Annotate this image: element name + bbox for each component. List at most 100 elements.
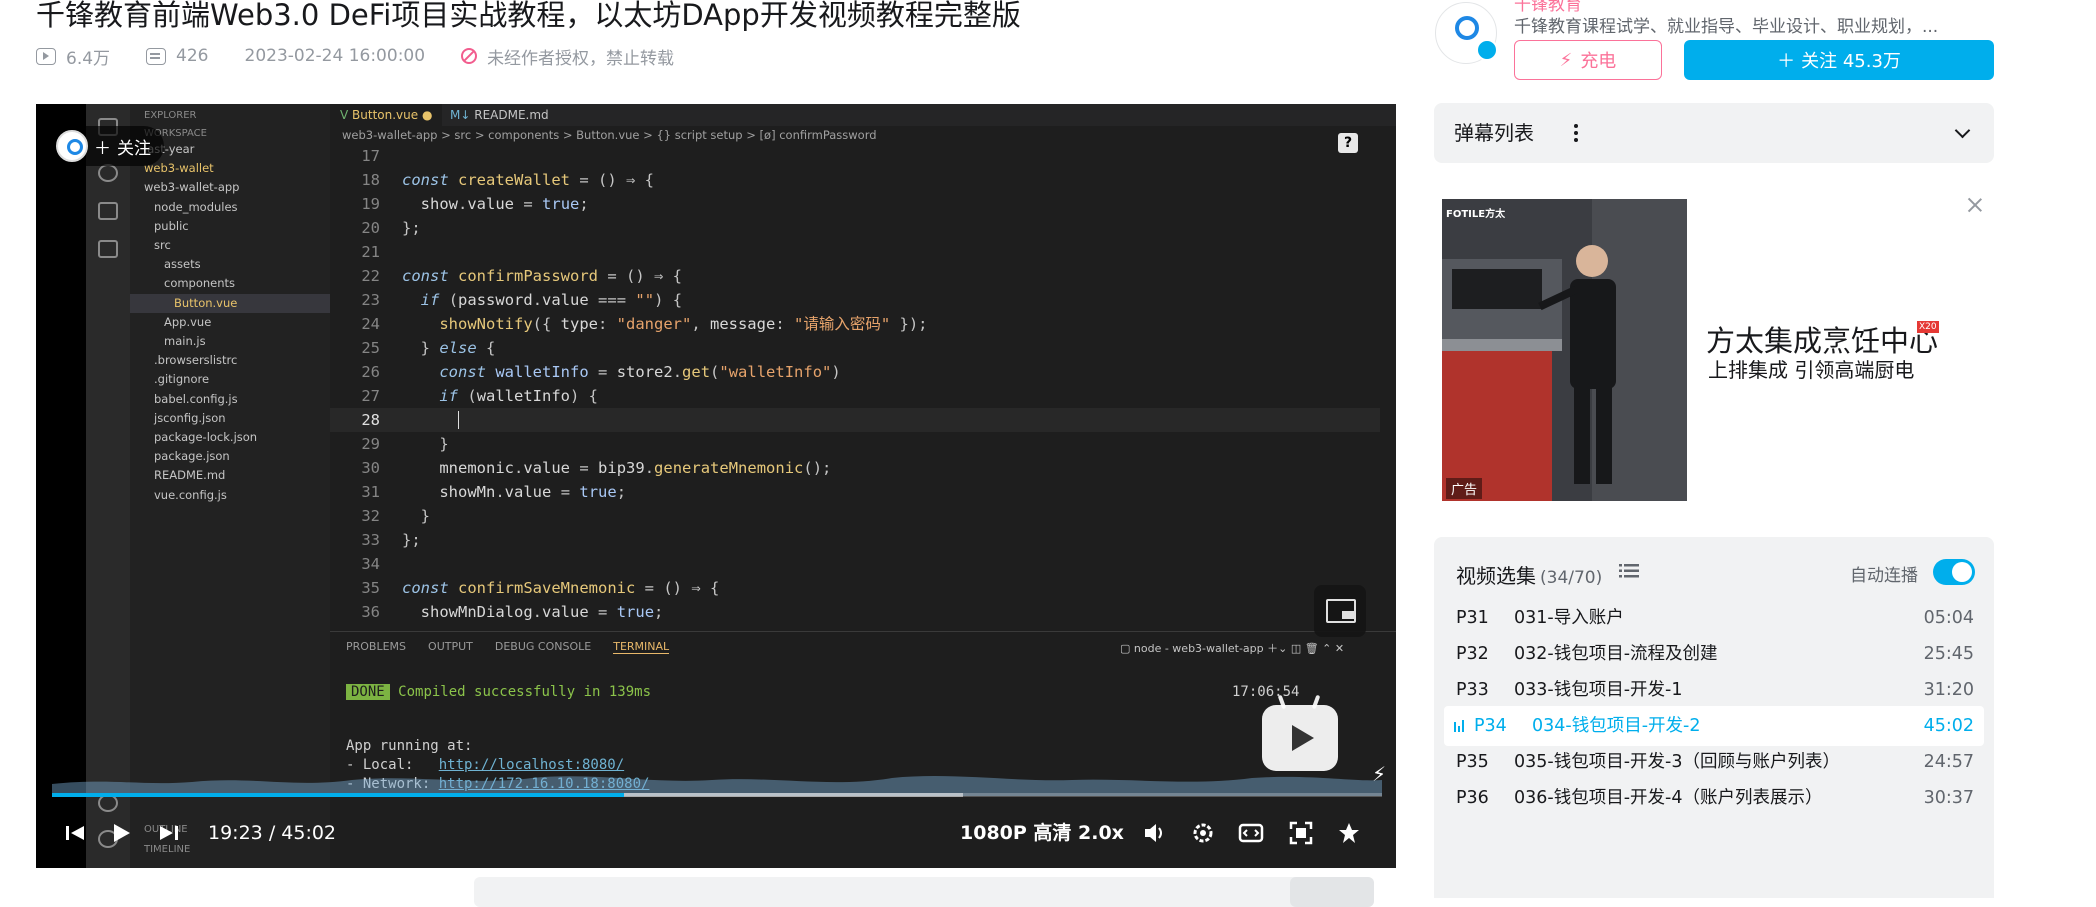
panel-tabs: PROBLEMS OUTPUT DEBUG CONSOLE TERMINAL xyxy=(346,640,670,654)
progress-thumb-icon[interactable]: ⚡ xyxy=(1372,762,1386,786)
episode-number: P35 xyxy=(1456,752,1489,772)
copyright-notice: 未经作者授权，禁止转载 xyxy=(487,48,675,69)
file-tree-item[interactable]: babel.config.js xyxy=(130,390,330,409)
previous-icon[interactable] xyxy=(62,820,88,846)
file-tree-item[interactable]: Button.vue xyxy=(130,293,330,313)
episode-item[interactable]: P34 034-钱包项目-开发-2 45:02 xyxy=(1444,706,1984,746)
file-tree-item[interactable]: src xyxy=(130,236,330,255)
festival-effect-icon[interactable] xyxy=(1336,820,1362,846)
file-tree-item[interactable]: .gitignore xyxy=(130,370,330,389)
view-count: 6.4万 xyxy=(66,48,111,69)
episode-number: P31 xyxy=(1456,608,1489,628)
episode-name: 032-钱包项目-流程及创建 xyxy=(1514,644,1718,664)
danmaku-count: 426 xyxy=(176,46,209,66)
editor-tab-bar: V Button.vue ● M↓ README.md xyxy=(330,104,1396,126)
file-tree-item-label: assets xyxy=(164,257,201,272)
uploader-avatar[interactable] xyxy=(1435,2,1498,64)
player-follow-pill[interactable]: ＋关注 xyxy=(52,126,164,166)
episode-name: 031-导入账户 xyxy=(1514,608,1624,628)
episode-item[interactable]: P36 036-钱包项目-开发-4（账户列表展示） 30:37 xyxy=(1444,778,1984,818)
file-tree-item[interactable]: jsconfig.json xyxy=(130,409,330,428)
danmaku-count-icon xyxy=(146,47,167,65)
episode-duration: 45:02 xyxy=(1923,716,1974,736)
file-tree-item-label: components xyxy=(164,276,236,291)
close-icon[interactable] xyxy=(1966,196,1984,214)
big-play-icon[interactable] xyxy=(1262,694,1338,771)
charge-button[interactable]: ⚡ 充电 xyxy=(1514,40,1662,80)
ad-label: 广告 xyxy=(1446,478,1483,499)
file-tree-item[interactable]: main.js xyxy=(130,332,330,351)
file-tree-item-label: .gitignore xyxy=(154,372,210,387)
file-tree-item[interactable]: node_modules xyxy=(130,198,330,217)
tab-terminal[interactable]: TERMINAL xyxy=(613,640,670,654)
episode-item[interactable]: P35 035-钱包项目-开发-3（回顾与账户列表） 24:57 xyxy=(1444,742,1984,782)
publish-time: 2023-02-24 16:00:00 xyxy=(244,46,426,66)
file-tree-item[interactable]: package-lock.json xyxy=(130,428,330,447)
more-options-icon[interactable] xyxy=(1574,124,1578,128)
file-tree-item[interactable]: .browserslistrc xyxy=(130,351,330,370)
high-energy-waveform xyxy=(52,776,1382,796)
episode-number: P32 xyxy=(1456,644,1489,664)
episode-item[interactable]: P31 031-导入账户 05:04 xyxy=(1444,598,1984,638)
quality-selector[interactable]: 1080P 高清 xyxy=(960,808,1071,858)
episode-name: 036-钱包项目-开发-4（账户列表展示） xyxy=(1514,788,1823,808)
uploader-avatar-small xyxy=(56,130,88,162)
speed-selector[interactable]: 2.0x xyxy=(1078,808,1124,858)
volume-icon[interactable] xyxy=(1142,820,1168,846)
danmaku-list-panel[interactable]: 弹幕列表 xyxy=(1434,103,1994,163)
settings-icon[interactable] xyxy=(1190,820,1216,846)
file-tree-item-label: .browserslistrc xyxy=(154,353,238,368)
source-control-icon xyxy=(98,164,118,182)
file-tree-item[interactable]: package.json xyxy=(130,447,330,466)
progress-track[interactable] xyxy=(52,793,1382,797)
plus-icon: ＋ xyxy=(1777,51,1796,72)
player-controls: 19:23 / 45:02 1080P 高清 2.0x xyxy=(36,808,1396,858)
picture-in-picture-button[interactable] xyxy=(1314,585,1366,637)
episode-list-header: 视频选集 (34/70) xyxy=(1456,564,1603,588)
file-tree-item[interactable]: public xyxy=(130,217,330,236)
file-tree-item[interactable]: web3-wallet-app xyxy=(130,178,330,197)
episode-duration: 24:57 xyxy=(1923,752,1974,772)
file-tree-item[interactable]: web3-wallet xyxy=(130,159,330,178)
tab-debug-console[interactable]: DEBUG CONSOLE xyxy=(495,640,591,654)
file-tree-item[interactable]: assets xyxy=(130,255,330,274)
file-tree-item-label: web3-wallet-app xyxy=(144,180,240,195)
video-meta: 6.4万 426 2023-02-24 16:00:00 未经作者授权，禁止转载 xyxy=(36,44,675,69)
episode-item[interactable]: P33 033-钱包项目-开发-1 31:20 xyxy=(1444,670,1984,710)
danmaku-send-button[interactable] xyxy=(1290,877,1374,907)
tab-output[interactable]: OUTPUT xyxy=(428,640,473,654)
tab-readme[interactable]: M↓ README.md xyxy=(440,104,559,126)
episode-number: P33 xyxy=(1456,680,1489,700)
chevron-down-icon[interactable] xyxy=(1954,122,1971,139)
tab-button-vue[interactable]: V Button.vue ● xyxy=(330,104,443,126)
ad-subtitle: 上排集成 引领高端厨电 xyxy=(1708,358,1915,382)
danmaku-input[interactable] xyxy=(474,877,1374,907)
fullscreen-icon[interactable] xyxy=(1288,820,1314,846)
file-tree-item-label: node_modules xyxy=(154,199,238,214)
autoplay-label: 自动连播 xyxy=(1850,566,1918,586)
widescreen-icon[interactable] xyxy=(1238,820,1264,846)
play-icon[interactable] xyxy=(108,820,134,846)
file-tree-item[interactable]: components xyxy=(130,274,330,293)
list-view-icon[interactable] xyxy=(1619,563,1639,579)
episode-duration: 25:45 xyxy=(1923,644,1974,664)
terminal-running: App running at: xyxy=(346,738,473,754)
danmaku-list-label: 弹幕列表 xyxy=(1454,121,1534,145)
file-tree-item-label: web3-wallet xyxy=(144,161,214,176)
next-icon[interactable] xyxy=(156,820,182,846)
vscode-activity-bar xyxy=(86,104,130,868)
follow-button[interactable]: ＋ 关注 45.3万 xyxy=(1684,40,1994,80)
lightning-icon: ⚡ xyxy=(1559,49,1573,71)
episode-number: P34 xyxy=(1474,716,1507,736)
ad-image[interactable]: FOTILE方太 广告 xyxy=(1442,199,1687,501)
file-tree-item[interactable]: README.md xyxy=(130,466,330,485)
help-icon[interactable]: ? xyxy=(1338,133,1358,153)
tab-problems[interactable]: PROBLEMS xyxy=(346,640,406,654)
file-tree-item[interactable]: App.vue xyxy=(130,313,330,332)
extensions-icon xyxy=(98,240,118,258)
episode-item[interactable]: P32 032-钱包项目-流程及创建 25:45 xyxy=(1444,634,1984,674)
file-tree-item[interactable]: vue.config.js xyxy=(130,486,330,505)
autoplay-toggle[interactable] xyxy=(1933,559,1975,585)
view-count-icon xyxy=(36,47,56,65)
verified-bolt-icon xyxy=(1476,39,1498,61)
